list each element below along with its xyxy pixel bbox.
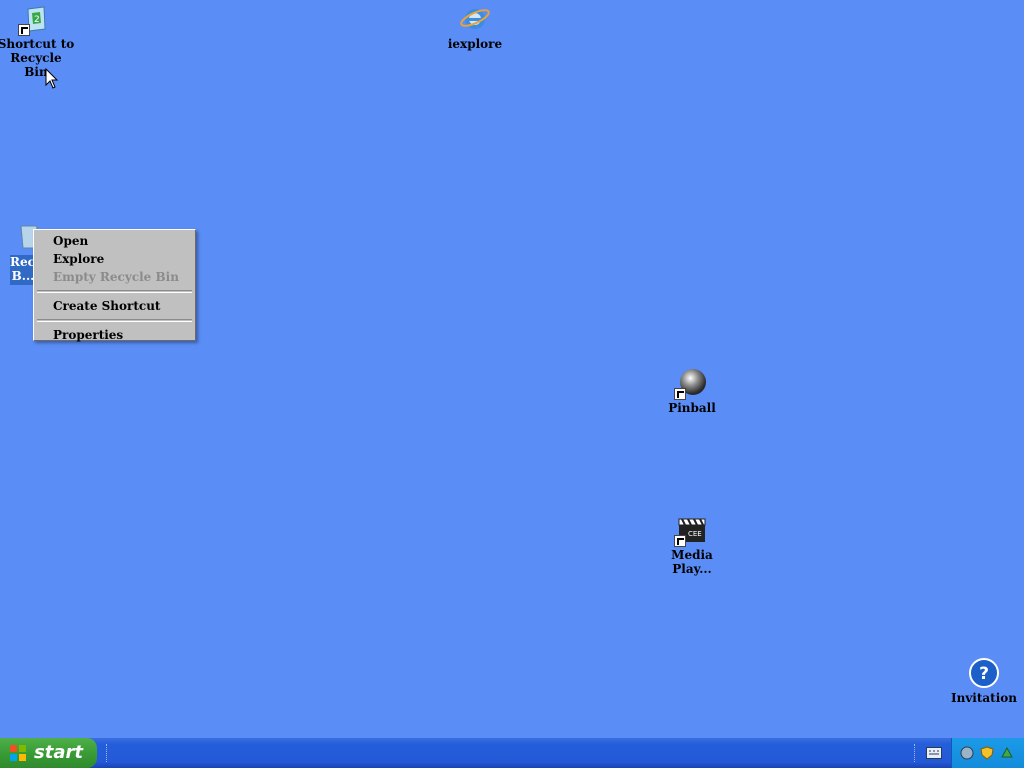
menu-item-create-shortcut[interactable]: Create Shortcut [34,297,195,315]
desktop-icon-recycle-bin[interactable] [0,222,38,254]
desktop-icon-media-player[interactable]: CEE Media Play... [653,514,731,576]
pinball-icon [674,367,708,400]
update-icon[interactable] [1000,746,1014,760]
menu-item-empty-recycle-bin: Empty Recycle Bin [53,270,179,284]
start-button[interactable]: start [0,738,97,768]
menu-separator [37,290,192,293]
menu-item-properties[interactable]: Properties [34,326,195,344]
clapperboard-icon: CEE [674,514,708,547]
shortcut-arrow-icon [674,535,686,547]
menu-item-open[interactable]: Open [34,232,195,250]
start-label: start [34,742,83,763]
svg-text:CEE: CEE [688,530,702,538]
system-tray [951,738,1024,768]
internet-explorer-icon [459,3,491,35]
shortcut-arrow-icon [18,24,30,36]
recycle-bin-icon: 2 [18,3,52,36]
taskbar-grip[interactable] [914,744,918,762]
desktop-icon-iexplore[interactable]: iexplore [436,3,514,51]
mouse-cursor-icon [45,68,59,89]
context-menu: Open Explore Empty Recycle Bin Create Sh… [33,229,196,344]
windows-logo-icon [10,745,26,761]
menu-item-explore[interactable]: Explore [34,250,195,268]
taskbar: start [0,738,1024,768]
help-question-icon: ? [968,657,1000,689]
menu-separator [37,319,192,322]
icon-label: Media Play... [671,548,713,576]
taskbar-grip[interactable] [106,744,110,762]
icon-label: Shortcut to Recycle Bin [0,37,75,79]
svg-text:?: ? [979,664,989,684]
desktop-icon-pinball[interactable]: Pinball [653,367,731,415]
desktop-icon-invitation[interactable]: ? Invitation [945,657,1023,705]
desktop-icon-shortcut-recycle-bin[interactable]: 2 Shortcut to Recycle Bin [0,3,75,79]
icon-label: Invitation [950,691,1018,705]
shortcut-arrow-icon [674,388,686,400]
icon-label: iexplore [447,37,503,51]
network-icon[interactable] [960,746,974,760]
security-shield-icon[interactable] [980,746,994,760]
keyboard-icon[interactable] [926,747,942,759]
icon-label: Pinball [668,401,716,415]
svg-text:2: 2 [34,15,40,25]
